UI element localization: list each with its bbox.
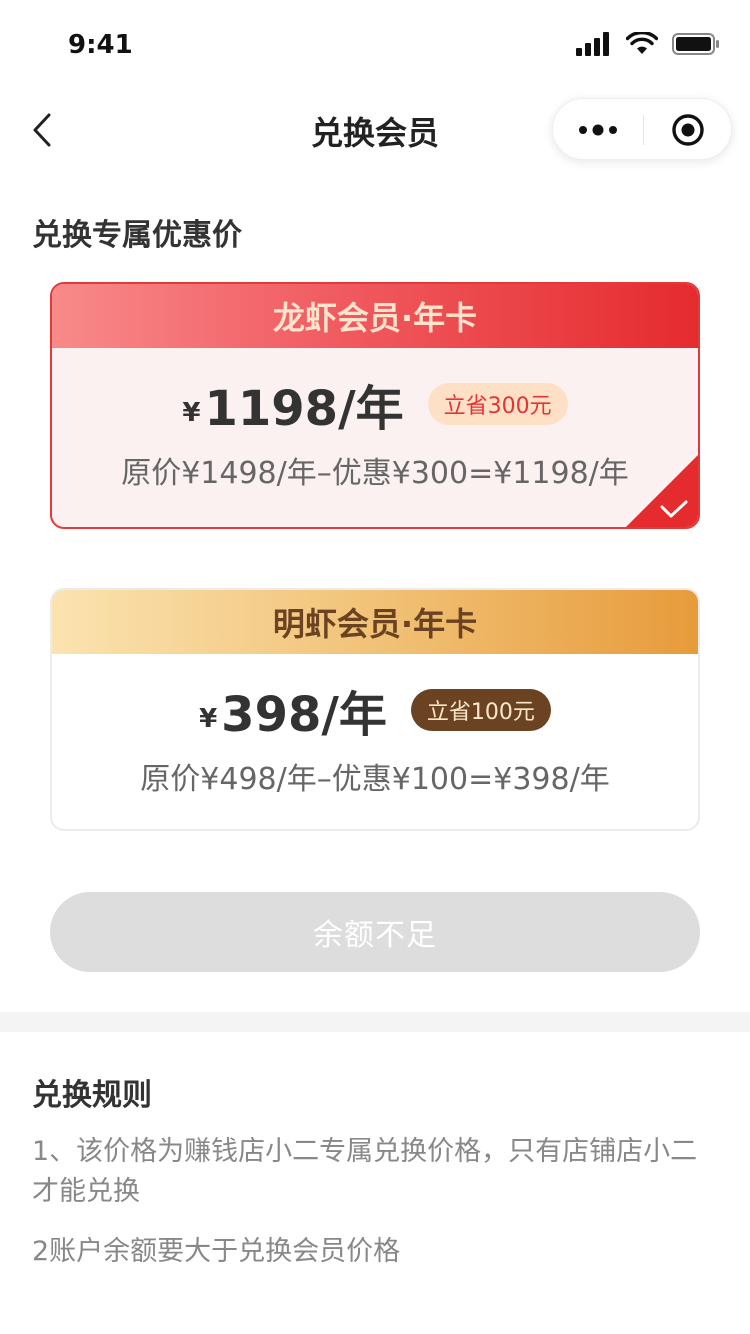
status-icons bbox=[576, 32, 720, 56]
signal-icon bbox=[576, 32, 609, 56]
price-value: 398/年 bbox=[221, 687, 387, 743]
card-header: 龙虾会员·年卡 bbox=[52, 284, 698, 348]
currency-symbol: ¥ bbox=[199, 704, 218, 734]
price-formula: 原价¥498/年–优惠¥100=¥398/年 bbox=[140, 762, 610, 797]
wifi-icon bbox=[626, 32, 658, 54]
currency-symbol: ¥ bbox=[182, 398, 201, 428]
nav-bar: 兑换会员 bbox=[0, 90, 750, 170]
membership-card-lobster[interactable]: 龙虾会员·年卡 ¥ 1198/年 立省300元 原价¥1498/年–优惠¥300… bbox=[50, 282, 700, 529]
save-badge: 立省100元 bbox=[410, 689, 551, 731]
status-bar: 9:41 bbox=[0, 0, 750, 90]
membership-card-shrimp[interactable]: 明虾会员·年卡 ¥ 398/年 立省100元 原价¥498/年–优惠¥100=¥… bbox=[50, 588, 700, 831]
battery-icon bbox=[672, 33, 719, 55]
mini-program-capsule bbox=[552, 98, 732, 160]
price-value: 1198/年 bbox=[204, 381, 404, 437]
rule-item: 1、该价格为赚钱店小二专属兑换价格，只有店铺店小二才能兑换 bbox=[32, 1136, 698, 1207]
exchange-button[interactable]: 余额不足 bbox=[50, 892, 700, 972]
price-row: ¥ 1198/年 立省300元 bbox=[52, 362, 698, 446]
rule-item: 2账户余额要大于兑换会员价格 bbox=[32, 1236, 401, 1267]
status-time: 9:41 bbox=[68, 30, 133, 60]
more-dots-icon bbox=[579, 124, 617, 136]
price-formula: 原价¥1498/年–优惠¥300=¥1198/年 bbox=[121, 456, 629, 491]
rules-title: 兑换规则 bbox=[32, 1078, 152, 1113]
save-badge: 立省300元 bbox=[427, 383, 568, 425]
price-row: ¥ 398/年 立省100元 bbox=[52, 668, 698, 752]
card-header: 明虾会员·年卡 bbox=[52, 590, 698, 654]
more-menu-button[interactable] bbox=[553, 99, 643, 161]
capsule-close-button[interactable] bbox=[643, 99, 733, 161]
section-heading: 兑换专属优惠价 bbox=[32, 218, 242, 253]
selected-check-icon bbox=[626, 455, 698, 527]
target-close-icon bbox=[672, 114, 704, 146]
section-divider bbox=[0, 1012, 750, 1032]
